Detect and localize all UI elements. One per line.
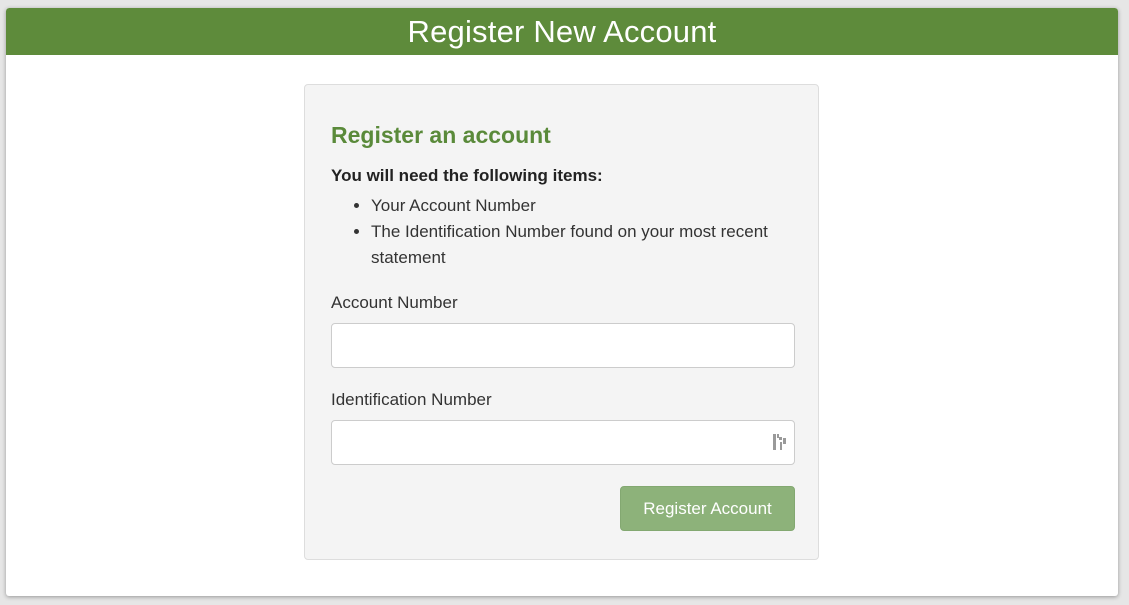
requirements-list: Your Account Number The Identification N… — [331, 193, 792, 271]
identification-number-wrap — [331, 420, 795, 465]
requirement-item: The Identification Number found on your … — [371, 219, 792, 271]
register-card: Register an account You will need the fo… — [304, 84, 819, 560]
account-number-wrap — [331, 323, 795, 368]
account-number-label: Account Number — [331, 293, 458, 312]
page-header: Register New Account — [6, 8, 1118, 55]
button-row: Register Account — [331, 486, 795, 531]
requirements-intro: You will need the following items: — [331, 166, 603, 185]
card-title: Register an account — [331, 122, 551, 148]
identification-number-input[interactable] — [331, 420, 795, 465]
requirement-item: Your Account Number — [371, 193, 792, 219]
identification-number-label: Identification Number — [331, 390, 492, 409]
register-account-button[interactable]: Register Account — [620, 486, 795, 531]
account-number-input[interactable] — [331, 323, 795, 368]
page-title: Register New Account — [407, 13, 717, 49]
password-manager-icon[interactable] — [772, 433, 788, 451]
register-window: Register New Account Register an account… — [6, 8, 1118, 596]
